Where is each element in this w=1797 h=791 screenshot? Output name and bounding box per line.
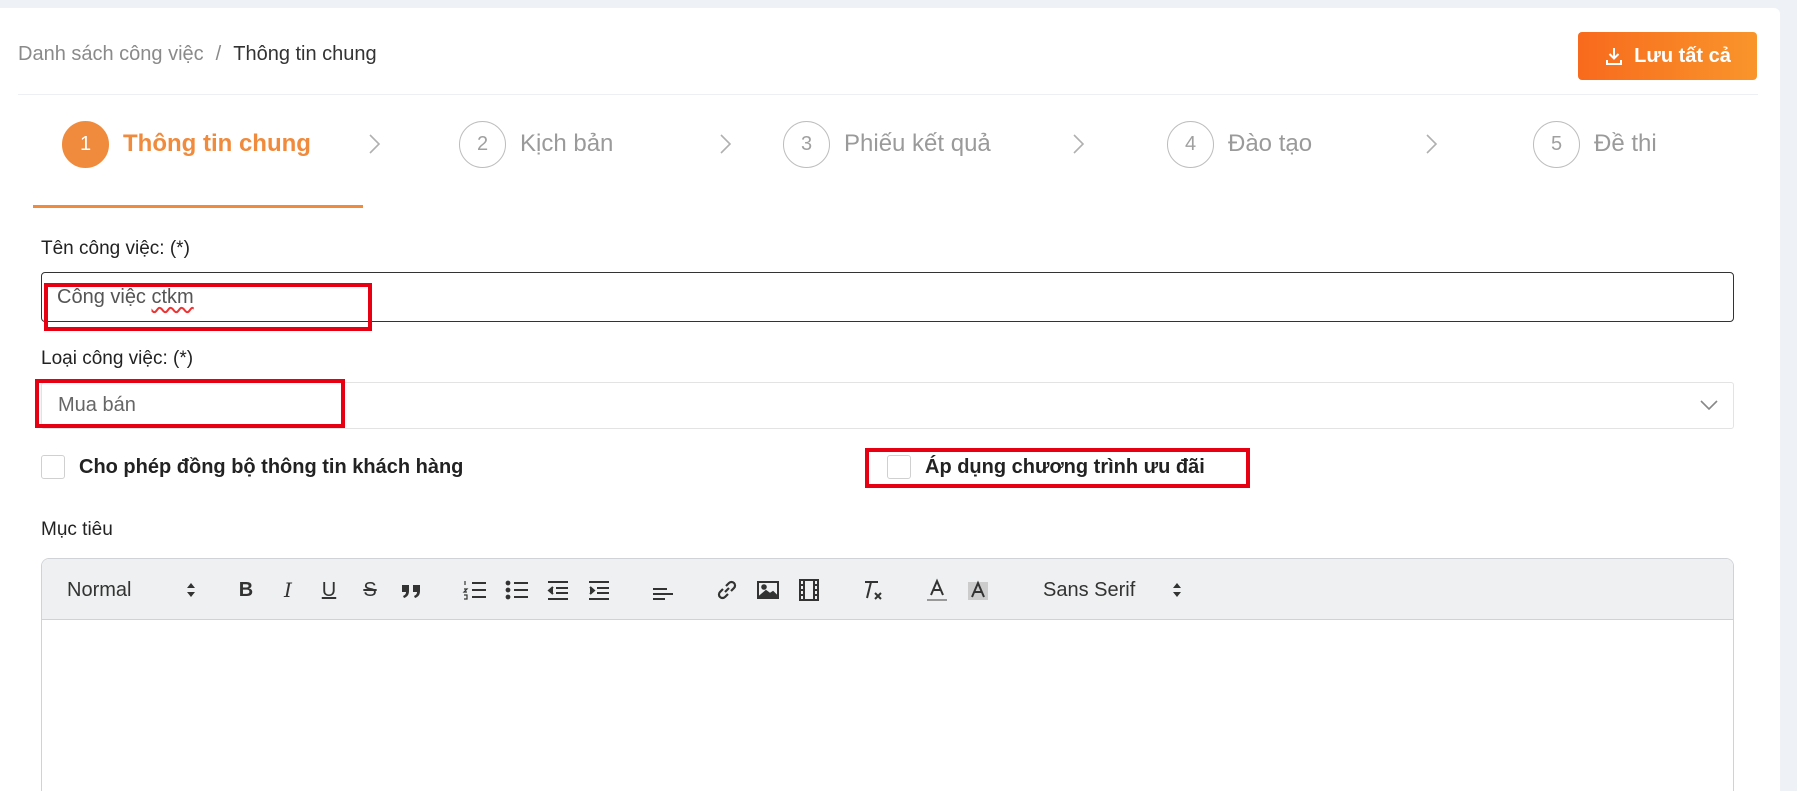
active-step-underline xyxy=(33,205,363,208)
step-label: Phiếu kết quả xyxy=(844,130,991,157)
task-name-label: Tên công việc: (*) xyxy=(41,238,190,259)
task-name-input[interactable]: Công việc ctkm xyxy=(41,272,1734,322)
link-icon[interactable] xyxy=(713,577,741,603)
outdent-icon[interactable] xyxy=(544,577,572,603)
underline-icon[interactable]: U xyxy=(315,577,343,603)
apply-promo-label: Áp dụng chương trình ưu đãi xyxy=(925,455,1205,478)
indent-icon[interactable] xyxy=(585,577,613,603)
breadcrumb-parent-link[interactable]: Danh sách công việc xyxy=(18,43,204,66)
apply-promo-checkbox-row[interactable]: Áp dụng chương trình ưu đãi xyxy=(887,455,1205,479)
misspelled-word: ctkm xyxy=(151,285,194,308)
bullet-list-icon[interactable] xyxy=(503,577,531,603)
ordered-list-icon[interactable] xyxy=(461,577,489,603)
goal-rich-text-editor[interactable]: Normal B I U S Sans Serif xyxy=(41,558,1734,791)
sync-customer-label: Cho phép đồng bộ thông tin khách hàng xyxy=(79,455,464,478)
save-all-label: Lưu tất cả xyxy=(1634,44,1731,67)
video-icon[interactable] xyxy=(795,577,823,603)
italic-icon[interactable]: I xyxy=(274,577,302,603)
step-label: Đào tạo xyxy=(1228,130,1313,157)
step-number: 1 xyxy=(62,120,109,168)
blockquote-icon[interactable] xyxy=(397,577,425,603)
editor-content-area[interactable] xyxy=(42,620,1733,791)
chevron-right-icon xyxy=(1073,134,1085,154)
sync-customer-checkbox[interactable] xyxy=(41,455,65,479)
chevron-down-icon xyxy=(1700,400,1718,411)
download-icon xyxy=(1606,48,1623,65)
font-family-select[interactable]: Sans Serif xyxy=(1043,577,1183,603)
task-name-text: Công việc xyxy=(57,285,152,308)
steps-bar: 1 Thông tin chung 2 Kịch bản 3 Phiếu kết… xyxy=(0,120,1780,210)
chevron-right-icon xyxy=(720,134,732,154)
align-left-icon[interactable] xyxy=(649,577,677,603)
step-exam[interactable]: 5 Đề thi xyxy=(1533,120,1657,168)
step-number: 2 xyxy=(459,120,506,168)
step-number: 5 xyxy=(1533,120,1580,168)
task-type-select[interactable]: Mua bán xyxy=(41,382,1734,429)
save-all-button[interactable]: Lưu tất cả xyxy=(1578,32,1757,80)
breadcrumb: Danh sách công việc / Thông tin chung xyxy=(18,43,377,66)
step-result-form[interactable]: 3 Phiếu kết quả xyxy=(783,120,991,168)
step-script[interactable]: 2 Kịch bản xyxy=(459,120,613,168)
editor-toolbar: Normal B I U S Sans Serif xyxy=(42,559,1733,620)
apply-promo-checkbox[interactable] xyxy=(887,455,911,479)
bold-icon[interactable]: B xyxy=(232,577,260,603)
heading-select[interactable]: Normal xyxy=(67,577,197,603)
select-arrows-icon xyxy=(187,583,195,597)
page-header: Danh sách công việc / Thông tin chung Lư… xyxy=(0,8,1780,94)
step-label: Đề thi xyxy=(1594,130,1657,157)
step-training[interactable]: 4 Đào tạo xyxy=(1167,120,1312,168)
task-name-value: Công việc ctkm xyxy=(57,286,194,309)
image-icon[interactable] xyxy=(754,577,782,603)
sync-customer-checkbox-row[interactable]: Cho phép đồng bộ thông tin khách hàng xyxy=(41,455,463,479)
main-card: Danh sách công việc / Thông tin chung Lư… xyxy=(0,8,1780,791)
background-color-icon[interactable] xyxy=(964,577,992,603)
heading-select-value: Normal xyxy=(67,578,132,601)
font-family-select-value: Sans Serif xyxy=(1043,578,1136,601)
step-label: Thông tin chung xyxy=(123,130,311,157)
font-color-icon[interactable] xyxy=(923,577,951,603)
step-general-info[interactable]: 1 Thông tin chung xyxy=(62,120,311,168)
chevron-right-icon xyxy=(1426,134,1438,154)
strikethrough-icon[interactable]: S xyxy=(356,577,384,603)
step-number: 3 xyxy=(783,120,830,168)
header-divider xyxy=(18,94,1758,95)
breadcrumb-separator: / xyxy=(215,43,222,65)
clear-format-icon[interactable] xyxy=(859,577,887,603)
select-arrows-icon xyxy=(1173,583,1181,597)
goal-label: Mục tiêu xyxy=(41,519,113,540)
breadcrumb-current: Thông tin chung xyxy=(233,43,377,65)
task-type-value: Mua bán xyxy=(58,394,136,416)
step-number: 4 xyxy=(1167,120,1214,168)
step-label: Kịch bản xyxy=(520,130,614,157)
chevron-right-icon xyxy=(369,134,381,154)
task-type-label: Loại công việc: (*) xyxy=(41,348,194,369)
